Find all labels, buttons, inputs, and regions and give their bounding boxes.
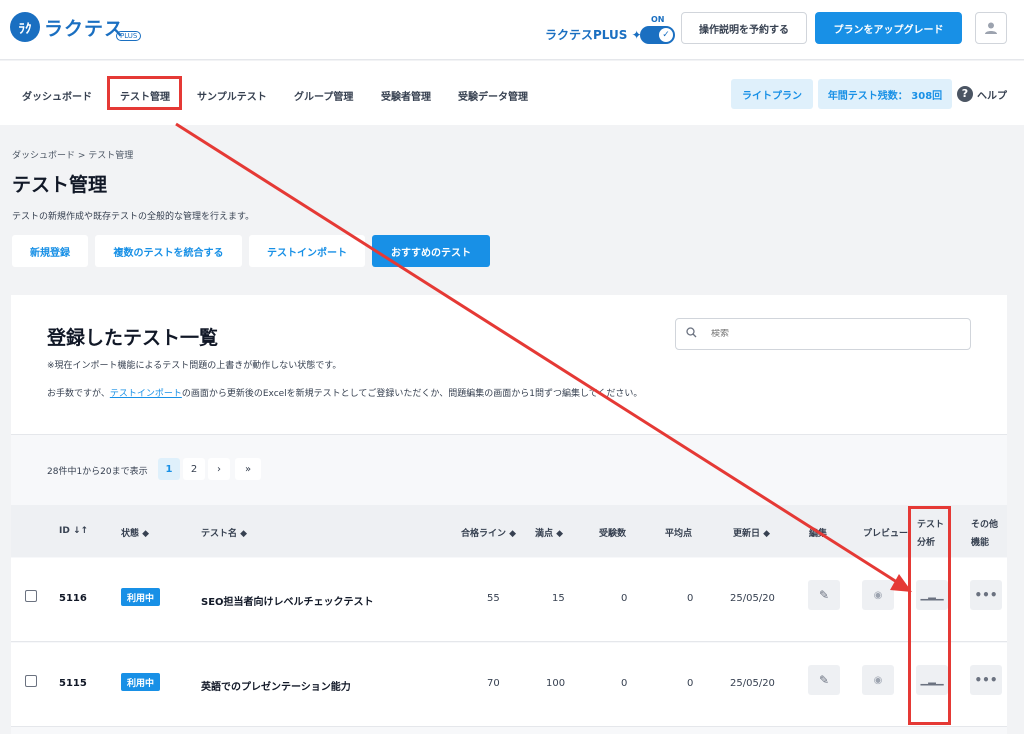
nav-examinee-management[interactable]: 受験者管理 bbox=[381, 88, 431, 103]
preview-button[interactable]: ◉ bbox=[862, 580, 894, 610]
th-takers: 受験数 bbox=[599, 529, 627, 539]
plus-toggle[interactable]: ✓ bbox=[640, 26, 675, 44]
page-description: テストの新規作成や既存テストの全般的な管理を行えます。 bbox=[12, 212, 255, 222]
search-input[interactable] bbox=[711, 329, 951, 339]
page-1-button[interactable]: 1 bbox=[158, 458, 180, 480]
search-icon bbox=[686, 327, 697, 341]
page-title: テスト管理 bbox=[12, 174, 108, 196]
table-header: ID ↓↑ 状態 ◆ テスト名 ◆ 合格ライン ◆ 満点 ◆ 受験数 平均点 更… bbox=[11, 505, 1007, 557]
note-text-pre: お手数ですが、 bbox=[47, 389, 110, 399]
list-title: 登録したテスト一覧 bbox=[47, 327, 219, 349]
search-box[interactable] bbox=[675, 318, 971, 350]
nav-sample-tests[interactable]: サンプルテスト bbox=[197, 88, 267, 103]
row-checkbox[interactable] bbox=[25, 675, 37, 687]
th-preview: プレビュー bbox=[863, 529, 909, 539]
logo[interactable]: ﾗｸ ラクテス PLUS bbox=[10, 12, 142, 42]
help-label: ヘルプ bbox=[977, 90, 1007, 102]
logo-mark-icon: ﾗｸ bbox=[10, 12, 40, 42]
next-page-button[interactable]: › bbox=[208, 458, 230, 480]
breadcrumb: ダッシュボード > テスト管理 bbox=[12, 151, 134, 161]
th-other-line1: その他 bbox=[971, 520, 999, 530]
row-full-score: 100 bbox=[546, 678, 566, 689]
row-id: 5115 bbox=[59, 678, 87, 689]
table-row: 5116 利用中 SEO担当者向けレベルチェックテスト 55 15 0 0 25… bbox=[11, 558, 1007, 642]
user-avatar-icon[interactable] bbox=[975, 12, 1007, 44]
eye-icon: ◉ bbox=[873, 674, 883, 686]
main-nav: ダッシュボード テスト管理 サンプルテスト グループ管理 受験者管理 受験データ… bbox=[0, 61, 1024, 125]
row-pass-line: 70 bbox=[487, 678, 500, 689]
row-takers: 0 bbox=[621, 593, 628, 604]
remaining-tests-pill: 年間テスト残数： 308回 bbox=[818, 79, 952, 109]
page-2-button[interactable]: 2 bbox=[183, 458, 205, 480]
app-header: ﾗｸ ラクテス PLUS ラクテスPLUS ✦ ON ✓ 操作説明を予約する プ… bbox=[0, 0, 1024, 60]
pencil-icon: ✎ bbox=[818, 673, 830, 687]
note-text-post: の画面から更新後のExcelを新規テストとしてご登録いただくか、問題編集の画面か… bbox=[181, 389, 643, 399]
reserve-guide-button[interactable]: 操作説明を予約する bbox=[681, 12, 807, 44]
user-icon bbox=[985, 22, 997, 34]
test-import-link[interactable]: テストインポート bbox=[110, 389, 182, 399]
analysis-column-highlight-box bbox=[908, 506, 951, 725]
th-updated[interactable]: 更新日 ◆ bbox=[733, 526, 770, 539]
preview-button[interactable]: ◉ bbox=[862, 665, 894, 695]
plus-label: ラクテスPLUS ✦ bbox=[545, 28, 642, 42]
row-updated: 25/05/20 bbox=[730, 593, 775, 604]
last-page-button[interactable]: » bbox=[235, 458, 261, 480]
nav-group-management[interactable]: グループ管理 bbox=[294, 88, 353, 103]
th-pass-line[interactable]: 合格ライン ◆ bbox=[461, 526, 516, 539]
row-average: 0 bbox=[687, 678, 694, 689]
upgrade-plan-button[interactable]: プランをアップグレード bbox=[815, 12, 962, 44]
pencil-icon: ✎ bbox=[818, 588, 830, 602]
row-test-name[interactable]: 英語でのプレゼンテーション能力 bbox=[201, 678, 351, 693]
th-other-line2: 機能 bbox=[971, 538, 990, 548]
nav-exam-data-management[interactable]: 受験データ管理 bbox=[458, 88, 528, 103]
new-test-button[interactable]: 新規登録 bbox=[12, 235, 88, 267]
th-id[interactable]: ID ↓↑ bbox=[59, 526, 88, 536]
merge-tests-button[interactable]: 複数のテストを統合する bbox=[95, 235, 242, 267]
th-test-name[interactable]: テスト名 ◆ bbox=[201, 526, 247, 539]
recommended-tests-button[interactable]: おすすめのテスト bbox=[372, 235, 490, 267]
row-pass-line: 55 bbox=[487, 593, 500, 604]
question-icon: ? bbox=[957, 86, 973, 102]
import-test-button[interactable]: テストインポート bbox=[249, 235, 365, 267]
import-warning-note: ※現在インポート機能によるテスト問題の上書きが動作しない状態です。 bbox=[47, 361, 342, 371]
test-list-header: 登録したテスト一覧 ※現在インポート機能によるテスト問題の上書きが動作しない状態… bbox=[11, 295, 1007, 435]
edit-button[interactable]: ✎ bbox=[808, 665, 840, 695]
th-edit: 編集 bbox=[809, 529, 828, 539]
status-badge: 利用中 bbox=[121, 588, 161, 606]
th-average: 平均点 bbox=[665, 529, 693, 539]
more-dots-icon: ••• bbox=[974, 673, 998, 687]
check-icon: ✓ bbox=[659, 28, 673, 42]
nav-dashboard[interactable]: ダッシュボード bbox=[22, 88, 92, 103]
edit-button[interactable]: ✎ bbox=[808, 580, 840, 610]
row-id: 5116 bbox=[59, 593, 87, 604]
logo-badge: PLUS bbox=[116, 31, 142, 41]
more-dots-icon: ••• bbox=[974, 588, 998, 602]
nav-highlight-box bbox=[107, 76, 182, 110]
toggle-on-label: ON bbox=[651, 15, 665, 24]
help-link[interactable]: ? ヘルプ bbox=[957, 86, 1007, 102]
table-row: 5115 利用中 英語でのプレゼンテーション能力 70 100 0 0 25/0… bbox=[11, 643, 1007, 727]
result-count: 28件中1から20まで表示 bbox=[47, 467, 148, 477]
more-options-button[interactable]: ••• bbox=[970, 580, 1002, 610]
row-checkbox[interactable] bbox=[25, 590, 37, 602]
status-badge: 利用中 bbox=[121, 673, 161, 691]
test-list-card: 登録したテスト一覧 ※現在インポート機能によるテスト問題の上書きが動作しない状態… bbox=[11, 295, 1007, 734]
more-options-button[interactable]: ••• bbox=[970, 665, 1002, 695]
logo-text: ラクテス bbox=[44, 17, 125, 40]
row-average: 0 bbox=[687, 593, 694, 604]
th-full-score[interactable]: 満点 ◆ bbox=[535, 526, 563, 539]
row-test-name[interactable]: SEO担当者向けレベルチェックテスト bbox=[201, 593, 374, 608]
th-status[interactable]: 状態 ◆ bbox=[121, 526, 149, 539]
row-updated: 25/05/20 bbox=[730, 678, 775, 689]
import-instruction-note: お手数ですが、テストインポートの画面から更新後のExcelを新規テストとしてご登… bbox=[47, 386, 642, 399]
plan-pill[interactable]: ライトプラン bbox=[731, 79, 813, 109]
row-takers: 0 bbox=[621, 678, 628, 689]
row-full-score: 15 bbox=[552, 593, 565, 604]
eye-icon: ◉ bbox=[873, 589, 883, 601]
